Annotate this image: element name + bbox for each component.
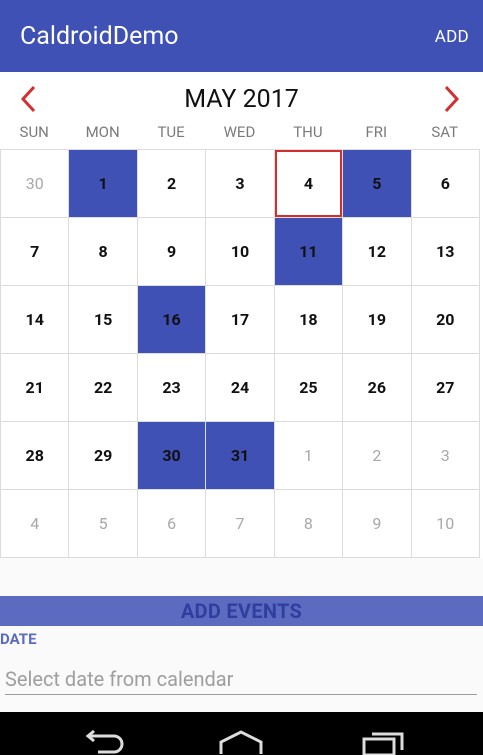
- day-cell[interactable]: 11: [274, 218, 344, 286]
- day-cell[interactable]: 31: [206, 422, 275, 490]
- day-cell[interactable]: 2: [343, 422, 412, 490]
- day-cell[interactable]: 19: [343, 286, 412, 354]
- system-nav-bar: [0, 712, 483, 755]
- day-cell[interactable]: 27: [411, 354, 480, 422]
- day-cell[interactable]: 1: [274, 422, 344, 490]
- day-cell[interactable]: 14: [1, 286, 70, 354]
- day-cell[interactable]: 6: [137, 490, 207, 558]
- day-cell[interactable]: 9: [137, 218, 207, 286]
- back-icon[interactable]: [80, 730, 124, 755]
- day-cell[interactable]: 7: [206, 490, 275, 558]
- day-cell[interactable]: 21: [1, 354, 70, 422]
- day-cell[interactable]: 12: [343, 218, 412, 286]
- day-cell[interactable]: 15: [69, 286, 138, 354]
- day-cell[interactable]: 29: [69, 422, 138, 490]
- day-cell[interactable]: 3: [411, 422, 480, 490]
- weekday-label: TUE: [157, 123, 185, 141]
- add-events-header: ADD EVENTS: [0, 596, 483, 626]
- day-cell[interactable]: 17: [206, 286, 275, 354]
- weekday-header: SUN MON TUE WED THU FRI SAT: [0, 123, 483, 145]
- day-cell[interactable]: 28: [1, 422, 70, 490]
- day-cell[interactable]: 5: [69, 490, 138, 558]
- day-cell[interactable]: 10: [206, 218, 275, 286]
- day-cell[interactable]: 30: [1, 150, 70, 218]
- home-icon[interactable]: [218, 730, 264, 755]
- day-cell[interactable]: 25: [274, 354, 344, 422]
- day-cell-today[interactable]: 4: [274, 150, 344, 218]
- day-cell[interactable]: 2: [137, 150, 207, 218]
- recents-icon[interactable]: [362, 730, 406, 755]
- day-cell[interactable]: 13: [411, 218, 480, 286]
- weekday-label: FRI: [365, 123, 388, 141]
- add-button[interactable]: ADD: [435, 27, 469, 47]
- day-cell[interactable]: 30: [137, 422, 207, 490]
- day-cell[interactable]: 16: [137, 286, 207, 354]
- day-cell[interactable]: 24: [206, 354, 275, 422]
- app-title: CaldroidDemo: [20, 22, 179, 51]
- weekday-label: MON: [85, 123, 120, 141]
- day-cell[interactable]: 6: [411, 150, 480, 218]
- date-field[interactable]: Select date from calendar: [5, 664, 477, 695]
- day-cell[interactable]: 26: [343, 354, 412, 422]
- day-cell[interactable]: 22: [69, 354, 138, 422]
- day-cell[interactable]: 20: [411, 286, 480, 354]
- day-cell[interactable]: 18: [274, 286, 344, 354]
- weekday-label: SUN: [19, 123, 49, 141]
- month-title: MAY 2017: [184, 85, 299, 114]
- day-cell[interactable]: 23: [137, 354, 207, 422]
- weekday-label: SAT: [431, 123, 459, 141]
- app-bar: CaldroidDemo ADD: [0, 0, 483, 72]
- day-cell[interactable]: 3: [206, 150, 275, 218]
- date-label: DATE: [0, 630, 37, 648]
- day-cell[interactable]: 4: [1, 490, 70, 558]
- next-month-icon[interactable]: [437, 84, 465, 114]
- day-cell[interactable]: 5: [343, 150, 412, 218]
- day-cell[interactable]: 8: [69, 218, 138, 286]
- weekday-label: THU: [293, 123, 323, 141]
- calendar: MAY 2017 SUN MON TUE WED THU FRI SAT 30 …: [0, 72, 483, 558]
- day-cell[interactable]: 8: [274, 490, 344, 558]
- day-cell[interactable]: 7: [1, 218, 70, 286]
- weekday-label: WED: [223, 123, 256, 141]
- calendar-grid: 30 1 2 3 4 5 6 7 8 9 10 11 12 13 14 15 1…: [0, 149, 480, 558]
- day-cell[interactable]: 1: [69, 150, 138, 218]
- day-cell[interactable]: 9: [343, 490, 412, 558]
- day-cell[interactable]: 10: [411, 490, 480, 558]
